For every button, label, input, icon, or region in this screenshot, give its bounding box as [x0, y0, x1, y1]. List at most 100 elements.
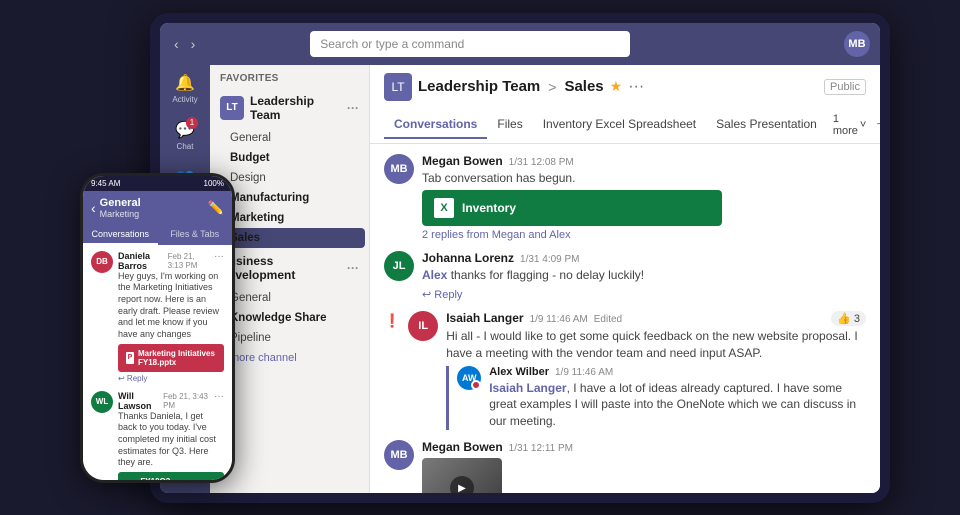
msg-author-4: Megan Bowen — [422, 440, 503, 454]
phone-avatar-1: DB — [91, 251, 113, 273]
channel-more-btn[interactable]: ··· — [628, 78, 644, 96]
phone-tabs: Conversations Files & Tabs — [83, 225, 232, 245]
message-1: MB Megan Bowen 1/31 12:08 PM Tab convers… — [384, 154, 866, 242]
sub-message-alex: AW Alex Wilber 1/9 11:46 AM — [457, 366, 866, 430]
app-content: 🔔 Activity 💬 1 Chat 👥 Teams — [160, 65, 880, 493]
phone-compose-icon[interactable]: ✏️ — [208, 200, 224, 216]
tab-add-btn[interactable]: + — [872, 110, 880, 140]
back-button[interactable]: ‹ — [170, 34, 183, 54]
phone-time: 9:45 AM — [91, 179, 120, 188]
channel-separator: > — [548, 79, 556, 95]
msg-text-3: Hi all - I would like to get some quick … — [446, 328, 866, 362]
channel-sales[interactable]: Sales — [214, 228, 365, 248]
excel-attachment[interactable]: X Inventory — [422, 190, 722, 226]
forward-button[interactable]: › — [187, 34, 200, 54]
phone-more-2[interactable]: ··· — [214, 391, 224, 402]
priority-icon: ❗ — [384, 313, 400, 329]
phone-more-1[interactable]: ··· — [214, 251, 224, 262]
phone-time-1: Feb 21, 3:13 PM — [168, 252, 211, 270]
phone-tab-conversations[interactable]: Conversations — [83, 225, 158, 245]
phone-file-1[interactable]: P Marketing Initiatives FY18.pptx — [118, 344, 224, 372]
phone-avatar-2: WL — [91, 391, 113, 413]
phone-file-2[interactable]: X FY10Q3 Expenses.xlsx — [118, 472, 224, 479]
tab-more[interactable]: 1 more ˅ — [827, 107, 873, 143]
channel-name: Sales — [564, 78, 603, 95]
sub-msg-text: Isaiah Langer, I have a lot of ideas alr… — [489, 380, 866, 430]
phone-tab-files[interactable]: Files & Tabs — [158, 225, 233, 245]
back-icon[interactable]: ‹ — [91, 200, 96, 216]
replies-text[interactable]: 2 replies from Megan and Alex — [422, 229, 866, 241]
msg-header-4: Megan Bowen 1/31 12:11 PM — [422, 440, 866, 454]
tab-conversations[interactable]: Conversations — [384, 111, 487, 139]
tablet-inner: ‹ › Search or type a command MB 🔔 Activi… — [160, 23, 880, 493]
msg-header-2: Johanna Lorenz 1/31 4:09 PM — [422, 251, 866, 265]
sidebar-item-chat[interactable]: 💬 1 Chat — [175, 120, 195, 151]
phone-channel-title: General — [100, 197, 204, 209]
channel-header-top: LT Leadership Team > Sales ★ ··· Public — [384, 73, 866, 101]
msg-time-4: 1/31 12:11 PM — [509, 443, 573, 454]
like-badge[interactable]: 👍 3 — [831, 311, 866, 326]
channel-team-icon: LT — [384, 73, 412, 101]
team-more-btn[interactable]: ··· — [347, 101, 359, 115]
excel-icon: X — [434, 198, 454, 218]
msg-time-2: 1/31 4:09 PM — [520, 254, 579, 265]
messages-area: MB Megan Bowen 1/31 12:08 PM Tab convers… — [370, 144, 880, 493]
team-item-leadership[interactable]: LT Leadership Team ··· — [210, 88, 369, 128]
channel-tabs: Conversations Files Inventory Excel Spre… — [384, 107, 866, 143]
msg-header-1: Megan Bowen 1/31 12:08 PM — [422, 154, 866, 168]
message-3: ❗ IL Isaiah Langer 1/9 11:46 AM Edited 👍… — [384, 311, 866, 430]
like-container: 👍 3 — [831, 311, 866, 326]
public-badge: Public — [824, 79, 866, 95]
msg-text-2: Alex thanks for flagging - no delay luck… — [422, 267, 866, 284]
msg-content-2: Johanna Lorenz 1/31 4:09 PM Alex thanks … — [422, 251, 866, 301]
favorites-label: Favorites — [210, 65, 369, 88]
tab-inventory[interactable]: Inventory Excel Spreadsheet — [533, 111, 706, 139]
avatar-megan-1: MB — [384, 154, 414, 184]
message-2: JL Johanna Lorenz 1/31 4:09 PM Alex than… — [384, 251, 866, 301]
phone-author-1: Daniela Barros — [118, 251, 165, 271]
team-icon: LT — [220, 96, 244, 120]
star-icon[interactable]: ★ — [610, 78, 623, 95]
msg-edited-3: Edited — [594, 314, 622, 325]
user-avatar[interactable]: MB — [844, 31, 870, 57]
channel-general[interactable]: General — [210, 128, 369, 148]
channel-budget[interactable]: Budget — [210, 148, 369, 168]
play-button[interactable]: ▶ — [450, 476, 474, 492]
phone-battery: 100% — [204, 179, 224, 188]
tab-files[interactable]: Files — [487, 111, 532, 139]
activity-icon: 🔔 — [175, 73, 195, 93]
reply-btn-2[interactable]: ↩ Reply — [422, 288, 866, 301]
phone-time-2: Feb 21, 3:43 PM — [163, 392, 211, 410]
avatar-megan-2: MB — [384, 440, 414, 470]
msg-time-1: 1/31 12:08 PM — [509, 157, 574, 168]
main-area: LT Leadership Team > Sales ★ ··· Public … — [370, 65, 880, 493]
sidebar-item-activity[interactable]: 🔔 Activity — [172, 73, 197, 104]
bizdev-more-btn[interactable]: ··· — [347, 261, 359, 275]
channel-team-title: Leadership Team — [418, 78, 540, 95]
phone-message-2: WL Will Lawson Feb 21, 3:43 PM ··· Thank… — [91, 391, 224, 480]
chat-icon: 💬 1 — [175, 120, 195, 140]
phone-messages-area: DB Daniela Barros Feb 21, 3:13 PM ··· He… — [83, 245, 232, 480]
nav-arrows: ‹ › — [170, 34, 199, 54]
image-preview[interactable]: ▶ — [422, 458, 502, 492]
avatar-johanna: JL — [384, 251, 414, 281]
message-4: MB Megan Bowen 1/31 12:11 PM ▶ — [384, 440, 866, 492]
tablet-frame: ‹ › Search or type a command MB 🔔 Activi… — [150, 13, 890, 503]
phone-reply-1[interactable]: ↩ Reply — [118, 374, 224, 383]
chat-label: Chat — [177, 142, 194, 151]
phone-text-1: Hey guys, I'm working on the Marketing I… — [118, 271, 224, 341]
phone-author-2: Will Lawson — [118, 391, 160, 411]
phone-text-2: Thanks Daniela, I get back to you today.… — [118, 411, 224, 469]
chat-badge: 1 — [186, 117, 198, 129]
msg-content-3: Isaiah Langer 1/9 11:46 AM Edited 👍 3 Hi… — [446, 311, 866, 430]
search-bar[interactable]: Search or type a command — [310, 31, 630, 57]
tab-sales-presentation[interactable]: Sales Presentation — [706, 111, 827, 139]
mention-isaiah: Isaiah Langer — [489, 381, 566, 395]
alex-reply-block: AW Alex Wilber 1/9 11:46 AM — [446, 366, 866, 430]
phone-message-1: DB Daniela Barros Feb 21, 3:13 PM ··· He… — [91, 251, 224, 383]
chevron-down-icon: ˅ — [860, 119, 866, 131]
activity-label: Activity — [172, 95, 197, 104]
channel-design[interactable]: Design — [210, 168, 369, 188]
msg-author-1: Megan Bowen — [422, 154, 503, 168]
phone-team-subtitle: Marketing — [100, 209, 204, 219]
